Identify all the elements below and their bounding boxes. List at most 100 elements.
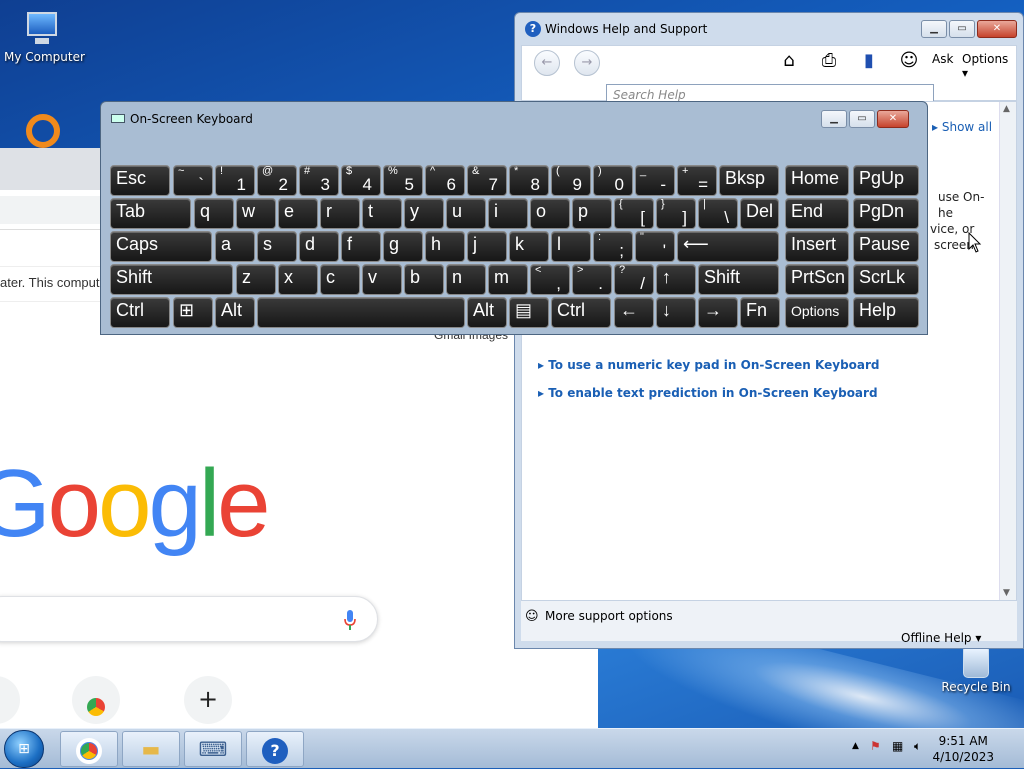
taskbar-explorer[interactable]: ▬ (122, 731, 180, 767)
maximize-button[interactable]: ▭ (949, 20, 975, 38)
key-left-arrow[interactable]: ← (614, 297, 654, 328)
key-options[interactable]: Options (785, 297, 849, 328)
taskbar-on-screen-keyboard[interactable]: ⌨ (184, 731, 242, 767)
key-v[interactable]: v (362, 264, 402, 295)
key-scrlk[interactable]: ScrLk (853, 264, 919, 295)
show-hidden-icons-button[interactable]: ▲ (852, 741, 859, 751)
key-shift[interactable]: Shift (110, 264, 233, 295)
clock[interactable]: 9:51 AM 4/10/2023 (932, 733, 994, 765)
key-shift[interactable]: Shift (698, 264, 779, 295)
options-menu[interactable]: Options ▾ (962, 52, 1016, 80)
more-support-options-link[interactable]: More support options (545, 609, 673, 623)
network-icon[interactable]: ▦ (892, 739, 903, 753)
key-0[interactable]: ) 0 (593, 165, 633, 196)
taskbar-help[interactable]: ? (246, 731, 304, 767)
scroll-down-arrow[interactable]: ▼ (1003, 588, 1010, 598)
key-comma[interactable]: <, (530, 264, 570, 295)
key-fn[interactable]: Fn (740, 297, 780, 328)
key-g[interactable]: g (383, 231, 423, 262)
key-windows[interactable]: ⊞ (173, 297, 213, 328)
key-insert[interactable]: Insert (785, 231, 849, 262)
minimize-button[interactable]: ▁ (821, 110, 847, 128)
key-equals[interactable]: + = (677, 165, 717, 196)
scroll-up-arrow[interactable]: ▲ (1003, 104, 1010, 114)
key-q[interactable]: q (194, 198, 234, 229)
help-link-text-prediction[interactable]: ▸ To enable text prediction in On-Screen… (538, 386, 878, 400)
key-alt[interactable]: Alt (215, 297, 255, 328)
key-l[interactable]: l (551, 231, 591, 262)
key-up-arrow[interactable]: ↑ (656, 264, 696, 295)
desktop-icon-my-computer[interactable]: My Computer (4, 8, 85, 64)
add-shortcut-button[interactable]: + (184, 676, 232, 724)
volume-icon[interactable]: 🔈︎ (914, 739, 921, 754)
key-semicolon[interactable]: :; (593, 231, 633, 262)
key-pgdn[interactable]: PgDn (853, 198, 919, 229)
ask-button[interactable]: Ask (932, 52, 953, 66)
print-icon[interactable]: ⎙ (816, 48, 842, 74)
key-tab[interactable]: Tab (110, 198, 191, 229)
key-b[interactable]: b (404, 264, 444, 295)
key-f[interactable]: f (341, 231, 381, 262)
key-d[interactable]: d (299, 231, 339, 262)
help-scrollbar[interactable]: ▲ ▼ (999, 102, 1016, 600)
key-left-bracket[interactable]: {[ (614, 198, 654, 229)
key-pause[interactable]: Pause (853, 231, 919, 262)
key-x[interactable]: x (278, 264, 318, 295)
key-minus[interactable]: _ - (635, 165, 675, 196)
close-button[interactable]: ✕ (877, 110, 909, 128)
key-caps[interactable]: Caps (110, 231, 212, 262)
key-ctrl[interactable]: Ctrl (551, 297, 611, 328)
taskbar-chrome[interactable] (60, 731, 118, 767)
key-backtick[interactable]: ~ ` (173, 165, 213, 196)
key-right-bracket[interactable]: }] (656, 198, 696, 229)
maximize-button[interactable]: ▭ (849, 110, 875, 128)
desktop-icon-recycle-bin[interactable]: Recycle Bin (940, 648, 1012, 694)
browse-help-icon[interactable]: ▮ (856, 48, 882, 74)
key-m[interactable]: m (488, 264, 528, 295)
key-period[interactable]: >. (572, 264, 612, 295)
key-h[interactable]: h (425, 231, 465, 262)
vlc-like-icon[interactable] (26, 114, 60, 148)
key-menu[interactable]: ▤ (509, 297, 549, 328)
shortcut-tile[interactable] (0, 676, 20, 724)
key-enter[interactable]: ⟵ (677, 231, 779, 262)
key-p[interactable]: p (572, 198, 612, 229)
forward-button[interactable]: → (574, 50, 600, 76)
key-1[interactable]: ! 1 (215, 165, 255, 196)
key-k[interactable]: k (509, 231, 549, 262)
key-down-arrow[interactable]: ↓ (656, 297, 696, 328)
key-r[interactable]: r (320, 198, 360, 229)
key-j[interactable]: j (467, 231, 507, 262)
key-y[interactable]: y (404, 198, 444, 229)
key-6[interactable]: ^ 6 (425, 165, 465, 196)
key-bksp[interactable]: Bksp (719, 165, 779, 196)
offline-help-menu[interactable]: Offline Help ▾ (901, 631, 981, 645)
key-quote[interactable]: " ' (635, 231, 675, 262)
microphone-icon[interactable] (343, 609, 357, 631)
key-4[interactable]: $4 (341, 165, 381, 196)
home-icon[interactable]: ⌂ (776, 48, 802, 74)
key-8[interactable]: * 8 (509, 165, 549, 196)
key-i[interactable]: i (488, 198, 528, 229)
key-backslash[interactable]: | \ (698, 198, 738, 229)
key-esc[interactable]: Esc (110, 165, 170, 196)
key-n[interactable]: n (446, 264, 486, 295)
key-slash[interactable]: ? / (614, 264, 654, 295)
key-2[interactable]: @2 (257, 165, 297, 196)
help-title-bar[interactable]: ? Windows Help and Support ▁ ▭ ✕ (515, 13, 1023, 45)
key-a[interactable]: a (215, 231, 255, 262)
action-center-icon[interactable]: ⚑ (870, 739, 881, 753)
key-3[interactable]: #3 (299, 165, 339, 196)
start-button[interactable]: ⊞ (4, 730, 44, 768)
minimize-button[interactable]: ▁ (921, 20, 947, 38)
key-ctrl[interactable]: Ctrl (110, 297, 170, 328)
key-alt[interactable]: Alt (467, 297, 507, 328)
key-9[interactable]: (9 (551, 165, 591, 196)
key-end[interactable]: End (785, 198, 849, 229)
show-all-link[interactable]: ▸ Show all (932, 120, 992, 134)
key-pgup[interactable]: PgUp (853, 165, 919, 196)
key-u[interactable]: u (446, 198, 486, 229)
key-home[interactable]: Home (785, 165, 849, 196)
ask-icon[interactable]: ☺ (896, 48, 922, 74)
key-space[interactable] (257, 297, 465, 328)
